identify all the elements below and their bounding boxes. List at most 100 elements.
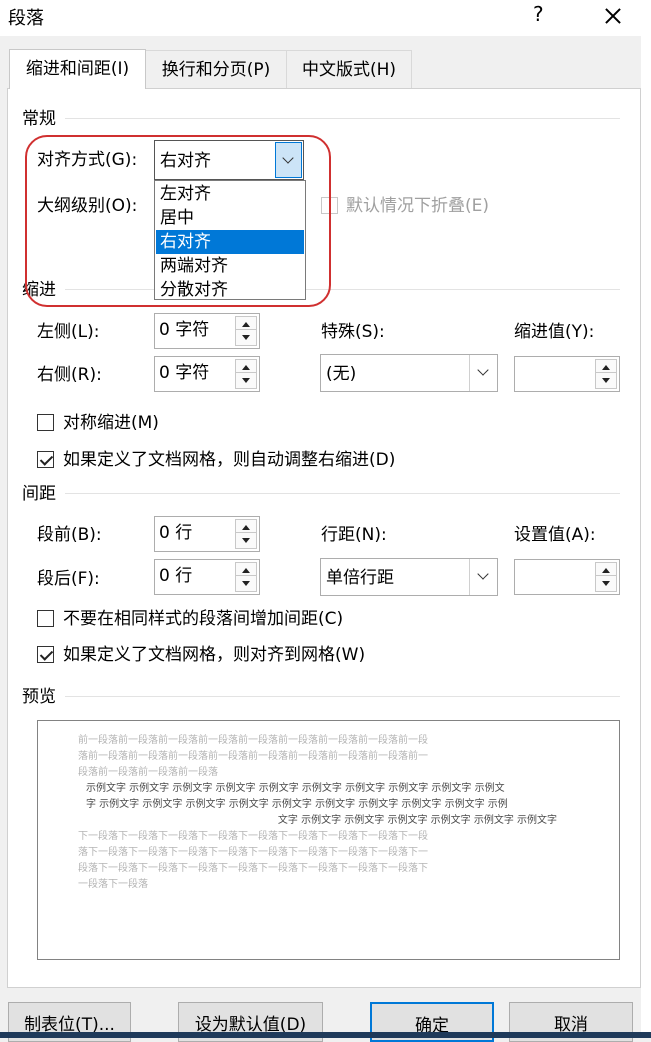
divider <box>65 118 620 119</box>
tab-label: 缩进和间距(I) <box>25 59 130 79</box>
arrow-down-icon <box>602 378 610 383</box>
tab-line-page-breaks[interactable]: 换行和分页(P) <box>145 50 287 88</box>
preview-sample-line: 示例文字 示例文字 示例文字 示例文字 示例文字 示例文字 示例文字 示例文字 … <box>86 783 505 794</box>
section-general-heading: 常规 <box>22 109 56 129</box>
alignment-label: 对齐方式(G): <box>37 150 138 170</box>
arrow-up-icon <box>242 365 250 370</box>
window-edge <box>641 0 651 1038</box>
option-label: 两端对齐 <box>160 256 228 276</box>
after-value: 0 行 <box>159 566 193 586</box>
arrow-up-icon <box>242 322 250 327</box>
spin-down-button[interactable] <box>235 372 257 389</box>
chevron-down-icon <box>282 152 294 164</box>
before-spinner[interactable]: 0 行 <box>154 516 260 552</box>
mirror-indents-checkbox[interactable] <box>37 414 54 431</box>
line-spacing-label: 行距(N): <box>321 525 387 545</box>
preview-sample-line: 文字 示例文字 示例文字 示例文字 示例文字 示例文字 示例文字 <box>277 815 557 826</box>
preview-next-line: 一段落下一段落 <box>78 879 148 890</box>
section-indent-heading: 缩进 <box>22 280 56 300</box>
before-value: 0 行 <box>159 523 193 543</box>
preview-sample-line: 字 示例文字 示例文字 示例文字 示例文字 示例文字 示例文字 示例文字 示例文… <box>86 799 508 810</box>
auto-adjust-right-indent-checkbox[interactable] <box>37 451 54 468</box>
right-indent-spinner[interactable]: 0 字符 <box>154 356 260 392</box>
collapse-label: 默认情况下折叠(E) <box>346 196 490 216</box>
alignment-combo[interactable]: 右对齐 <box>154 140 304 180</box>
right-indent-value: 0 字符 <box>159 363 210 383</box>
preview-box: 前一段落前一段落前一段落前一段落前一段落前一段落前一段落前一段落前一段 落前一段… <box>37 720 620 960</box>
arrow-up-icon <box>602 365 610 370</box>
divider <box>65 696 620 697</box>
tab-asian-typography[interactable]: 中文版式(H) <box>286 50 412 88</box>
at-spinner[interactable] <box>514 559 620 595</box>
section-preview-heading: 预览 <box>22 687 56 707</box>
special-label: 特殊(S): <box>321 322 385 342</box>
spin-down-button[interactable] <box>235 575 257 592</box>
section-spacing-heading: 间距 <box>22 484 56 504</box>
outline-level-label: 大纲级别(O): <box>37 196 138 216</box>
snap-to-grid-checkbox[interactable] <box>37 646 54 663</box>
preview-next-line: 段落下一段落下一段落下一段落下一段落下一段落下一段落下一段落下一段落下 <box>78 863 428 874</box>
preview-prev-line: 段落前一段落前一段落前一段落 <box>78 767 218 778</box>
option-left[interactable]: 左对齐 <box>156 182 304 206</box>
alignment-dropdown-list: 左对齐 居中 右对齐 两端对齐 分散对齐 <box>154 180 306 300</box>
dialog-title: 段落 <box>8 8 44 29</box>
left-indent-spinner[interactable]: 0 字符 <box>154 313 260 349</box>
after-spinner[interactable]: 0 行 <box>154 559 260 595</box>
line-spacing-dropdown-button[interactable] <box>469 559 497 595</box>
taskbar-strip <box>0 1032 651 1038</box>
title-bar: 段落 ? <box>0 0 651 36</box>
auto-adjust-right-indent-label: 如果定义了文档网格，则自动调整右缩进(D) <box>63 450 396 470</box>
after-label: 段后(F): <box>37 569 100 589</box>
arrow-up-icon <box>242 525 250 530</box>
divider <box>65 493 620 494</box>
no-space-same-style-label: 不要在相同样式的段落间增加间距(C) <box>63 609 344 629</box>
arrow-up-icon <box>242 568 250 573</box>
left-indent-value: 0 字符 <box>159 320 210 340</box>
help-button[interactable]: ? <box>533 2 544 26</box>
option-label: 左对齐 <box>160 184 211 204</box>
snap-to-grid-label: 如果定义了文档网格，则对齐到网格(W) <box>63 645 366 665</box>
arrow-down-icon <box>602 581 610 586</box>
option-label: 右对齐 <box>160 232 211 252</box>
line-spacing-value: 单倍行距 <box>326 568 394 588</box>
tab-label: 中文版式(H) <box>301 60 397 80</box>
spin-down-button[interactable] <box>595 575 617 592</box>
option-justify[interactable]: 两端对齐 <box>156 254 304 278</box>
option-label: 分散对齐 <box>160 280 228 300</box>
option-right[interactable]: 右对齐 <box>156 230 304 254</box>
by-spinner[interactable] <box>514 356 620 392</box>
special-combo[interactable]: (无) <box>320 354 498 392</box>
no-space-same-style-checkbox[interactable] <box>37 610 54 627</box>
divider <box>65 289 620 290</box>
alignment-value: 右对齐 <box>160 151 211 171</box>
at-label: 设置值(A): <box>514 525 596 545</box>
preview-prev-line: 落前一段落前一段落前一段落前一段落前一段落前一段落前一段落前一段落前一 <box>78 751 428 762</box>
mirror-indents-label: 对称缩进(M) <box>63 413 159 433</box>
preview-prev-line: 前一段落前一段落前一段落前一段落前一段落前一段落前一段落前一段落前一段 <box>78 735 428 746</box>
spin-down-button[interactable] <box>235 532 257 549</box>
option-center[interactable]: 居中 <box>156 206 304 230</box>
before-label: 段前(B): <box>37 525 102 545</box>
preview-next-line: 下一段落下一段落下一段落下一段落下一段落下一段落下一段落下一段落下一段 <box>78 831 428 842</box>
right-indent-label: 右侧(R): <box>37 365 102 385</box>
by-label: 缩进值(Y): <box>514 322 595 342</box>
spin-down-button[interactable] <box>235 329 257 346</box>
arrow-down-icon <box>242 581 250 586</box>
alignment-dropdown-button[interactable] <box>275 142 302 178</box>
preview-next-line: 落下一段落下一段落下一段落下一段落下一段落下一段落下一段落下一段落下一 <box>78 847 428 858</box>
arrow-down-icon <box>242 378 250 383</box>
spin-down-button[interactable] <box>595 372 617 389</box>
tab-indents-spacing[interactable]: 缩进和间距(I) <box>9 49 146 89</box>
option-distributed[interactable]: 分散对齐 <box>156 278 304 302</box>
arrow-down-icon <box>242 538 250 543</box>
tab-label: 换行和分页(P) <box>161 60 271 80</box>
special-value: (无) <box>326 364 357 384</box>
close-icon[interactable] <box>596 0 632 32</box>
chevron-down-icon <box>477 364 489 376</box>
arrow-up-icon <box>602 568 610 573</box>
left-indent-label: 左侧(L): <box>37 322 100 342</box>
special-dropdown-button[interactable] <box>469 355 497 391</box>
line-spacing-combo[interactable]: 单倍行距 <box>320 558 498 596</box>
collapse-checkbox[interactable] <box>321 197 338 214</box>
option-label: 居中 <box>160 208 194 228</box>
